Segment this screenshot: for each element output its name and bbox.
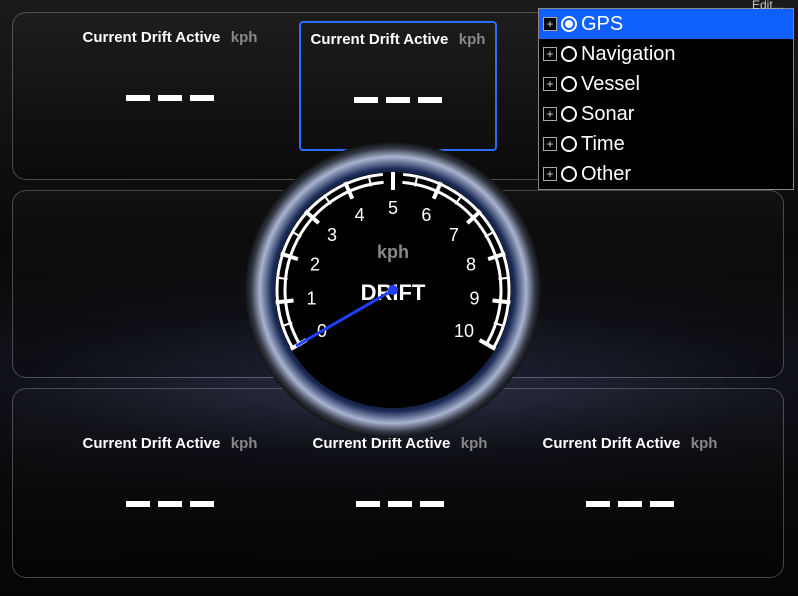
edit-button[interactable]: Edit… (744, 0, 794, 12)
tree-item-navigation[interactable]: + Navigation (539, 39, 793, 69)
tree-item-label: GPS (581, 13, 623, 36)
radio-icon[interactable] (561, 46, 577, 62)
drift-widget-header: Current Drift Active kph (301, 23, 495, 49)
drift-gauge[interactable]: 012345678910 kph DRIFT (245, 142, 541, 438)
gauge-tick-label: 8 (466, 255, 476, 275)
drift-widget-header: Current Drift Active kph (531, 427, 729, 453)
drift-widget-value (71, 491, 269, 512)
gauge-tick-label: 6 (421, 205, 431, 225)
gauge-tick-label: 5 (388, 198, 398, 218)
drift-widget[interactable]: Current Drift Active kph (71, 21, 269, 151)
gauge-tick-label: 1 (306, 289, 316, 309)
tree-item-time[interactable]: + Time (539, 129, 793, 159)
radio-icon[interactable] (561, 166, 577, 182)
radio-icon[interactable] (561, 106, 577, 122)
drift-widget-unit: kph (691, 435, 718, 452)
drift-widget[interactable]: Current Drift Active kph (531, 427, 729, 557)
tree-item-label: Other (581, 163, 631, 186)
expand-icon[interactable]: + (543, 107, 557, 121)
gauge-tick-label: 10 (454, 321, 474, 341)
drift-widget-title: Current Drift Active (83, 29, 221, 46)
drift-widget-title: Current Drift Active (83, 435, 221, 452)
drift-widget-unit: kph (459, 31, 486, 48)
tree-item-label: Navigation (581, 43, 676, 66)
gauge-tick-label: 2 (310, 255, 320, 275)
expand-icon[interactable]: + (543, 17, 557, 31)
radio-icon[interactable] (561, 76, 577, 92)
drift-widget[interactable]: Current Drift Active kph (71, 427, 269, 557)
gauge-tick-label: 7 (449, 225, 459, 245)
gauge-tick-label: 3 (327, 225, 337, 245)
tree-item-label: Vessel (581, 73, 640, 96)
drift-widget-value (71, 85, 269, 106)
radio-icon[interactable] (561, 136, 577, 152)
gauge-unit: kph (377, 242, 409, 262)
drift-widget-title: Current Drift Active (311, 31, 449, 48)
drift-widget[interactable]: Current Drift Active kph (301, 427, 499, 557)
radio-icon[interactable] (561, 16, 577, 32)
expand-icon[interactable]: + (543, 137, 557, 151)
drift-widget-value (531, 491, 729, 512)
gauge-tick-label: 9 (470, 289, 480, 309)
drift-widget-value (301, 87, 495, 108)
tree-item-vessel[interactable]: + Vessel (539, 69, 793, 99)
expand-icon[interactable]: + (543, 167, 557, 181)
drift-widget-header: Current Drift Active kph (71, 21, 269, 47)
drift-widget[interactable]: Current Drift Active kph (299, 21, 497, 151)
tree-item-sonar[interactable]: + Sonar (539, 99, 793, 129)
overlay-category-tree[interactable]: + GPS + Navigation + Vessel + Sonar + Ti… (538, 8, 794, 190)
tree-item-label: Time (581, 133, 625, 156)
tree-item-label: Sonar (581, 103, 634, 126)
drift-widget-unit: kph (231, 29, 258, 46)
drift-widget-value (301, 491, 499, 512)
expand-icon[interactable]: + (543, 47, 557, 61)
tree-item-gps[interactable]: + GPS (539, 9, 793, 39)
drift-widget-header: Current Drift Active kph (71, 427, 269, 453)
expand-icon[interactable]: + (543, 77, 557, 91)
drift-widget-title: Current Drift Active (543, 435, 681, 452)
tree-item-other[interactable]: + Other (539, 159, 793, 189)
gauge-tick-label: 4 (355, 205, 365, 225)
